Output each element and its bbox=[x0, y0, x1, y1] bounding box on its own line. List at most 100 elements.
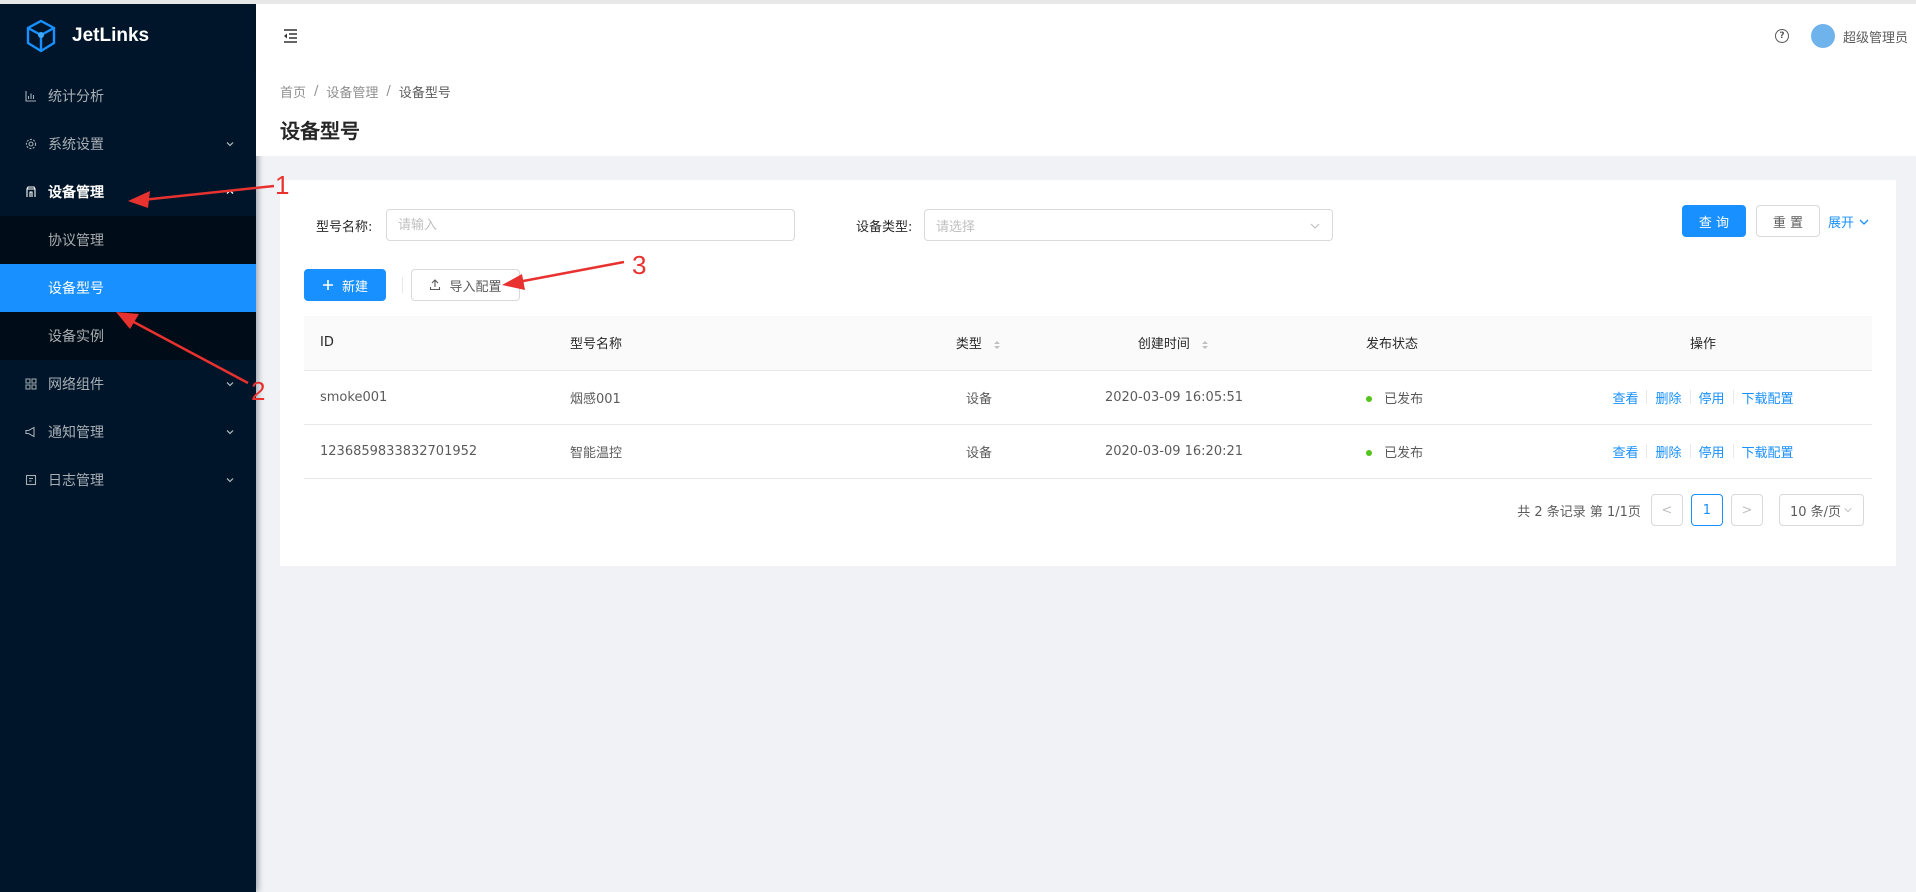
import-config-label: 导入配置 bbox=[449, 279, 502, 295]
expand-label: 展开 bbox=[1828, 216, 1855, 231]
disable-link[interactable]: 停用 bbox=[1699, 442, 1725, 461]
breadcrumb-parent[interactable]: 设备管理 bbox=[326, 82, 378, 101]
breadcrumb-separator: / bbox=[386, 84, 391, 99]
new-button-label: 新建 bbox=[341, 279, 368, 295]
pagination: 共 2 条记录 第 1/1页 < 1 > 10 条/页 bbox=[1517, 494, 1864, 526]
megaphone-icon bbox=[24, 425, 38, 439]
page-1-button[interactable]: 1 bbox=[1690, 494, 1723, 526]
status-text: 已发布 bbox=[1384, 391, 1424, 407]
device-type-placeholder: 请选择 bbox=[936, 219, 976, 235]
cell-actions: 查看 删除 停用 下载配置 bbox=[1534, 370, 1872, 425]
table-header-row: ID 型号名称 类型 创建时间 发布状态 操作 bbox=[304, 316, 1872, 371]
content-card: 型号名称: 设备类型: 请选择 查 询 重 置 展开 新建 导入配置 ID 型号… bbox=[280, 180, 1896, 566]
pagination-summary: 共 2 条记录 第 1/1页 bbox=[1517, 504, 1641, 520]
sidebar-item-label: 系统设置 bbox=[48, 137, 104, 153]
cell-status: 已发布 bbox=[1294, 370, 1534, 425]
page-size-select[interactable]: 10 条/页 bbox=[1778, 494, 1864, 526]
status-dot bbox=[1366, 450, 1372, 456]
column-created-time[interactable]: 创建时间 bbox=[1054, 316, 1294, 371]
cell-type: 设备 bbox=[904, 424, 1054, 479]
view-link[interactable]: 查看 bbox=[1612, 388, 1638, 407]
cell-actions: 查看 删除 停用 下载配置 bbox=[1534, 424, 1872, 479]
page-title: 设备型号 bbox=[280, 119, 360, 143]
name-filter-label: 型号名称: bbox=[316, 220, 373, 235]
sidebar-item-label: 设备管理 bbox=[48, 185, 104, 201]
device-type-select[interactable]: 请选择 bbox=[924, 209, 1333, 241]
delete-link[interactable]: 删除 bbox=[1655, 442, 1681, 461]
chevron-down-icon bbox=[226, 382, 234, 387]
sidebar: JetLinks 统计分析 系统设置 设备管理 协议管理 设备型号 设备实例 网… bbox=[0, 0, 256, 892]
column-model-name: 型号名称 bbox=[554, 316, 904, 371]
status-dot bbox=[1366, 396, 1372, 402]
disable-link[interactable]: 停用 bbox=[1699, 388, 1725, 407]
chevron-down-icon bbox=[226, 478, 234, 483]
table-row: smoke001 烟感001 设备 2020-03-09 16:05:51 已发… bbox=[304, 370, 1872, 425]
sidebar-item-label: 网络组件 bbox=[48, 377, 104, 393]
page-size-value: 10 条/页 bbox=[1789, 504, 1841, 520]
breadcrumb-current: 设备型号 bbox=[398, 86, 451, 101]
delete-link[interactable]: 删除 bbox=[1655, 388, 1681, 407]
menu-fold-icon[interactable] bbox=[280, 26, 300, 46]
import-config-button[interactable]: 导入配置 bbox=[411, 269, 520, 301]
column-type[interactable]: 类型 bbox=[904, 316, 1054, 371]
next-page-button[interactable]: > bbox=[1730, 494, 1763, 526]
sidebar-item-protocol[interactable]: 协议管理 bbox=[0, 216, 256, 264]
log-icon bbox=[24, 473, 38, 487]
gear-icon bbox=[24, 137, 38, 151]
sidebar-item-system-settings[interactable]: 系统设置 bbox=[0, 120, 256, 168]
prev-page-button[interactable]: < bbox=[1650, 494, 1683, 526]
action-divider bbox=[1732, 390, 1734, 404]
chevron-down-icon bbox=[1310, 223, 1320, 229]
cell-created-time: 2020-03-09 16:20:21 bbox=[1054, 424, 1294, 479]
user-name[interactable]: 超级管理员 bbox=[1843, 27, 1908, 46]
upload-icon bbox=[430, 279, 441, 291]
sidebar-item-statistics[interactable]: 统计分析 bbox=[0, 72, 256, 120]
breadcrumb: 首页 / 设备管理 / 设备型号 bbox=[280, 82, 1892, 101]
device-icon bbox=[24, 185, 38, 199]
bar-chart-icon bbox=[24, 89, 38, 103]
avatar[interactable] bbox=[1810, 24, 1835, 48]
model-name-input[interactable] bbox=[386, 209, 795, 241]
query-button[interactable]: 查 询 bbox=[1682, 205, 1746, 237]
expand-filters-link[interactable]: 展开 bbox=[1828, 212, 1870, 231]
sidebar-item-label: 统计分析 bbox=[48, 89, 104, 105]
sidebar-item-network[interactable]: 网络组件 bbox=[0, 360, 256, 408]
column-type-label: 类型 bbox=[955, 337, 982, 353]
sidebar-item-logs[interactable]: 日志管理 bbox=[0, 456, 256, 504]
cell-type: 设备 bbox=[904, 370, 1054, 425]
sort-icon bbox=[994, 340, 1001, 349]
column-created-label: 创建时间 bbox=[1137, 337, 1190, 353]
chevron-down-icon bbox=[226, 142, 234, 147]
annotation-number-2: 2 bbox=[251, 376, 266, 406]
view-link[interactable]: 查看 bbox=[1612, 442, 1638, 461]
sidebar-item-device-model[interactable]: 设备型号 bbox=[0, 264, 256, 312]
column-actions: 操作 bbox=[1534, 316, 1872, 371]
column-id: ID bbox=[304, 316, 554, 371]
question-icon[interactable]: ? bbox=[1774, 29, 1789, 43]
breadcrumb-home[interactable]: 首页 bbox=[280, 82, 306, 101]
logo[interactable]: JetLinks bbox=[0, 0, 256, 72]
header-right: ? 超级管理员 bbox=[1774, 24, 1908, 48]
sidebar-item-device-management[interactable]: 设备管理 bbox=[0, 168, 256, 216]
chevron-down-icon bbox=[1859, 219, 1869, 225]
download-config-link[interactable]: 下载配置 bbox=[1742, 388, 1794, 407]
action-divider bbox=[1689, 390, 1691, 404]
page-header: 首页 / 设备管理 / 设备型号 设备型号 bbox=[256, 68, 1916, 156]
cell-status: 已发布 bbox=[1294, 424, 1534, 479]
sidebar-item-label: 日志管理 bbox=[48, 473, 104, 489]
action-divider bbox=[1689, 444, 1691, 458]
device-submenu: 协议管理 设备型号 设备实例 bbox=[0, 216, 256, 360]
device-model-table: ID 型号名称 类型 创建时间 发布状态 操作 smoke001 烟感001 设… bbox=[304, 316, 1872, 479]
sidebar-item-notification[interactable]: 通知管理 bbox=[0, 408, 256, 456]
sidebar-item-device-instance[interactable]: 设备实例 bbox=[0, 312, 256, 360]
column-publish-status: 发布状态 bbox=[1294, 316, 1534, 371]
sidebar-item-label: 协议管理 bbox=[48, 233, 104, 249]
download-config-link[interactable]: 下载配置 bbox=[1742, 442, 1794, 461]
cell-created-time: 2020-03-09 16:05:51 bbox=[1054, 370, 1294, 425]
cell-model-name: 烟感001 bbox=[554, 370, 904, 425]
new-button[interactable]: 新建 bbox=[304, 269, 386, 301]
toolbar-divider bbox=[402, 277, 403, 293]
plus-icon bbox=[322, 280, 333, 290]
annotation-number-3: 3 bbox=[632, 250, 647, 280]
reset-button[interactable]: 重 置 bbox=[1756, 205, 1820, 237]
